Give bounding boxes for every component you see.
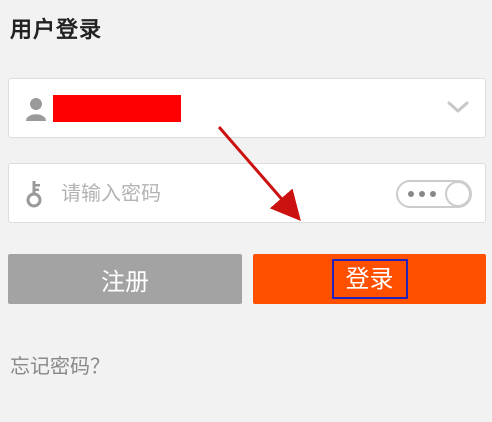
key-icon [26,181,42,208]
toggle-knob [445,181,471,207]
chevron-down-icon[interactable] [447,99,469,115]
page-title: 用户登录 [10,18,103,43]
username-redacted-value [53,95,181,122]
password-visibility-toggle[interactable] [396,180,472,208]
password-input[interactable] [61,175,381,211]
dots-icon [408,191,436,197]
login-highlight-box: 登录 [331,259,408,299]
password-field[interactable] [8,163,486,223]
register-button[interactable]: 注册 [8,254,242,304]
login-button[interactable]: 登录 [253,254,486,304]
login-button-label: 登录 [345,265,394,293]
forgot-password-link[interactable]: 忘记密码？ [10,350,110,379]
register-button-label: 注册 [101,267,149,296]
username-field[interactable] [8,78,486,138]
user-icon [26,98,46,121]
